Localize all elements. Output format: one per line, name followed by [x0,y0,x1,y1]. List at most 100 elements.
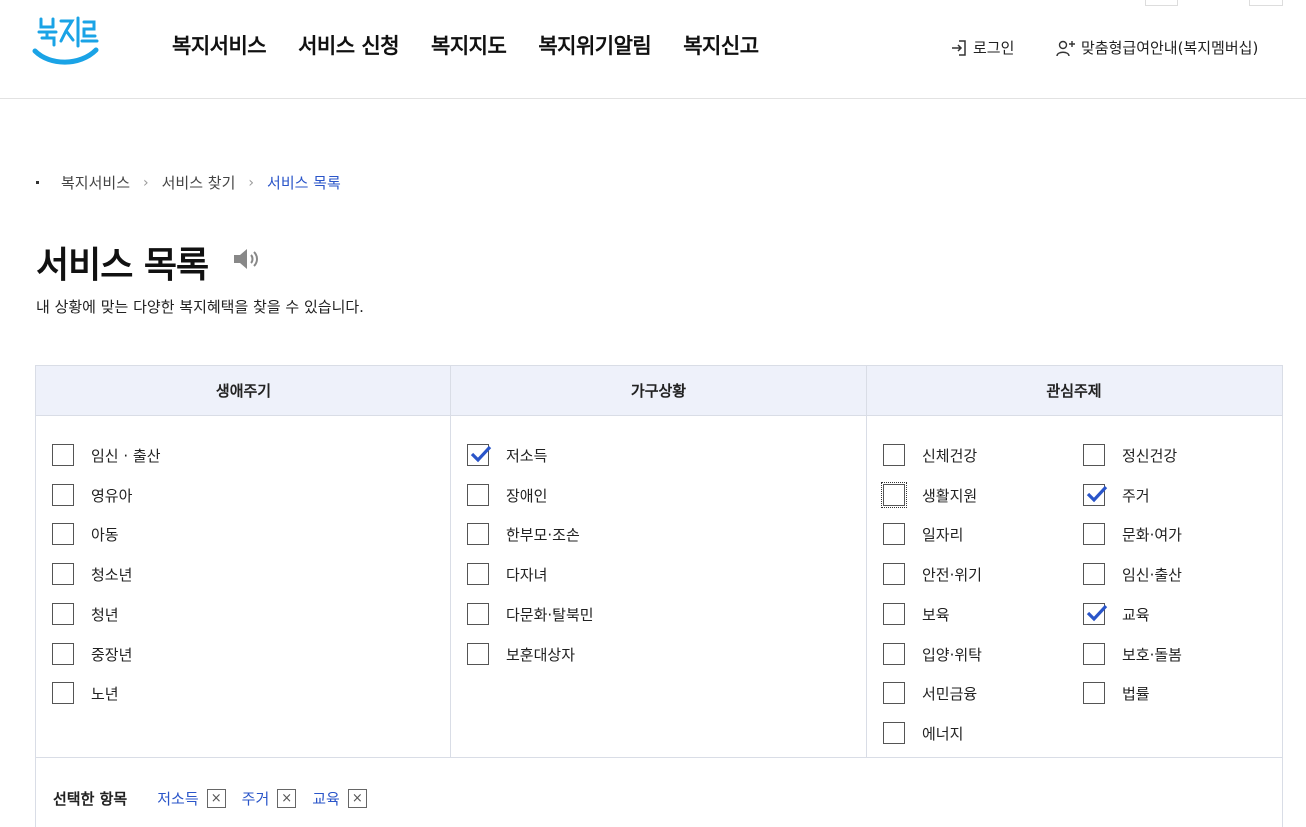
checkbox-unchecked[interactable] [52,444,74,466]
selected-chip[interactable]: 저소득 × [157,788,226,809]
filter-checkbox[interactable]: 안전·위기 [883,563,982,585]
checkbox-unchecked[interactable] [1083,523,1105,545]
remove-icon[interactable]: × [206,789,226,808]
filter-checkbox[interactable]: 생활지원 [881,482,978,508]
filter-checkbox[interactable]: 보육 [883,603,950,625]
selected-chip-label: 저소득 [157,790,199,808]
selected-chip[interactable]: 주거 × [242,788,297,809]
speaker-icon[interactable] [232,246,262,276]
remove-icon[interactable]: × [347,789,367,808]
filter-checkbox[interactable]: 청소년 [52,563,132,585]
checkbox-unchecked[interactable] [1083,682,1105,704]
logo-mark-icon [32,16,99,65]
filter-checkbox[interactable]: 다자녀 [467,563,547,585]
chevron-right-icon: › [143,174,149,191]
login-button[interactable]: 로그인 [950,37,1014,58]
filter-checkbox[interactable]: 입양·위탁 [883,643,982,665]
filter-checkbox[interactable]: 중장년 [52,643,132,665]
checkbox-unchecked[interactable] [467,603,489,625]
section-divider [36,757,1282,758]
checkbox-unchecked[interactable] [883,722,905,744]
checkbox-unchecked[interactable] [1083,563,1105,585]
checkbox-label: 에너지 [922,724,964,743]
checkbox-unchecked[interactable] [52,563,74,585]
filter-checkbox[interactable]: 일자리 [883,523,963,545]
checkbox-label: 청소년 [91,565,133,584]
checkbox-unchecked[interactable] [883,603,905,625]
selected-chip-label: 교육 [312,790,340,808]
checkbox-unchecked[interactable] [1083,643,1105,665]
checkbox-unchecked[interactable] [881,482,907,508]
filter-checkbox[interactable]: 신체건강 [883,444,977,466]
heading-interest: 관심주제 [1046,382,1102,400]
filter-checkbox[interactable]: 한부모·조손 [467,523,580,545]
checkbox-unchecked[interactable] [467,484,489,506]
checkbox-unchecked[interactable] [52,682,74,704]
filter-checkbox[interactable]: 보훈대상자 [467,643,575,665]
checkbox-unchecked[interactable] [883,643,905,665]
membership-button[interactable]: 맞춤형급여안내(복지멤버십) [1056,37,1258,58]
checkbox-label: 다문화·탈북민 [506,605,594,624]
checkbox-unchecked[interactable] [467,523,489,545]
checkbox-unchecked[interactable] [467,563,489,585]
filter-checkbox[interactable]: 법률 [1083,682,1150,704]
breadcrumb-item-2[interactable]: 서비스 찾기 [162,172,236,193]
selected-chip-list: 저소득 × 주거 × 교육 × [157,788,383,809]
filter-checkbox[interactable]: 주거 [1083,484,1150,506]
filter-checkbox[interactable]: 저소득 [467,444,547,466]
filter-checkbox[interactable]: 다문화·탈북민 [467,603,594,625]
filter-checkbox[interactable]: 에너지 [883,722,963,744]
heading-life-cycle: 생애주기 [215,382,272,400]
gnb-crisis-alert[interactable]: 복지위기알림 [538,30,651,60]
checkbox-unchecked[interactable] [52,603,74,625]
checkbox-unchecked[interactable] [883,682,905,704]
remove-icon[interactable]: × [277,789,297,808]
gnb-welfare-report[interactable]: 복지신고 [683,30,759,60]
filter-checkbox[interactable]: 청년 [52,603,119,625]
filter-checkbox[interactable]: 아동 [52,523,119,545]
filter-checkbox[interactable]: 정신건강 [1083,444,1177,466]
checkbox-label: 보호·돌봄 [1122,645,1182,664]
selected-items: 선택한 항목 저소득 × 주거 × 교육 × [53,788,383,809]
checkbox-checked[interactable] [467,444,492,466]
membership-label: 맞춤형급여안내(복지멤버십) [1081,39,1259,57]
checkbox-label: 안전·위기 [922,565,982,584]
checkbox-checked[interactable] [1083,484,1108,506]
checkbox-unchecked[interactable] [467,643,489,665]
checkbox-label: 생활지원 [922,486,978,505]
filter-checkbox[interactable]: 장애인 [467,484,547,506]
filter-checkbox[interactable]: 영유아 [52,484,132,506]
filter-checkbox[interactable]: 노년 [52,682,119,704]
gnb-welfare-service[interactable]: 복지서비스 [172,30,267,60]
gnb-service-apply[interactable]: 서비스 신청 [298,30,399,60]
checkbox-label: 저소득 [506,446,548,465]
checkbox-unchecked[interactable] [52,523,74,545]
selected-chip[interactable]: 교육 × [312,788,367,809]
checkbox-unchecked[interactable] [883,563,905,585]
filter-checkbox[interactable]: 임신 · 출산 [52,444,161,466]
checkbox-label: 노년 [91,684,119,703]
checkbox-checked[interactable] [1083,603,1108,625]
checkbox-unchecked[interactable] [883,444,905,466]
login-label: 로그인 [973,39,1015,57]
checkmark-icon [1086,486,1108,503]
filter-checkbox[interactable]: 보호·돌봄 [1083,643,1182,665]
gnb-welfare-map[interactable]: 복지지도 [431,30,507,60]
filter-checkbox[interactable]: 문화·여가 [1083,523,1182,545]
breadcrumb-item-1[interactable]: 복지서비스 [61,172,130,193]
checkbox-unchecked[interactable] [52,643,74,665]
checkbox-label: 장애인 [506,486,548,505]
logo[interactable] [32,14,100,70]
selected-chip-label: 주거 [241,790,270,808]
checkbox-unchecked[interactable] [883,523,905,545]
breadcrumb-bullet [36,181,39,184]
filter-checkbox[interactable]: 임신·출산 [1083,563,1182,585]
selected-title: 선택한 항목 [53,790,128,808]
filter-checkbox[interactable]: 교육 [1083,603,1150,625]
page-description: 내 상황에 맞는 다양한 복지혜택을 찾을 수 있습니다. [36,298,364,316]
filter-checkbox[interactable]: 서민금융 [883,682,977,704]
checkbox-unchecked[interactable] [52,484,74,506]
column-divider [450,366,451,758]
checkbox-unchecked[interactable] [1083,444,1105,466]
checkbox-label: 정신건강 [1122,446,1178,465]
